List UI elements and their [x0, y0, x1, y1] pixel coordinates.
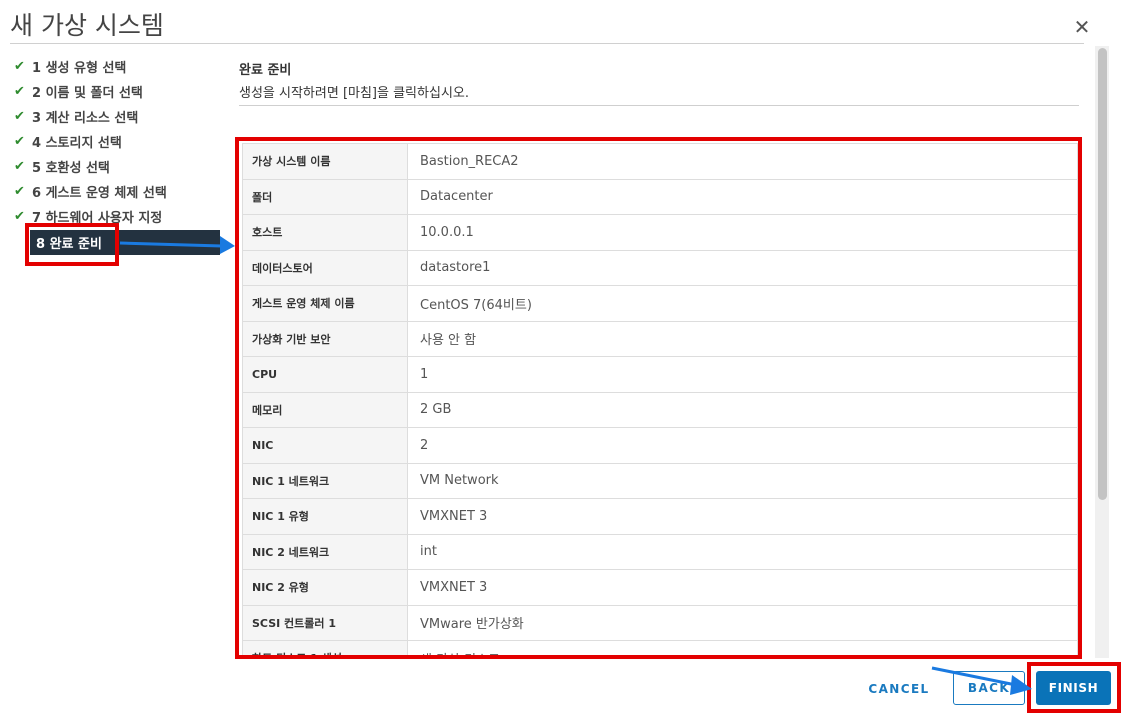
table-row: NIC 1 네트워크 VM Network: [242, 462, 1078, 499]
step-label: 5 호환성 선택: [32, 161, 110, 176]
table-row: CPU 1: [242, 356, 1078, 393]
row-key: 하드 디스크 1 생성: [242, 640, 408, 655]
finish-highlight: [1027, 662, 1121, 713]
close-icon[interactable]: ✕: [1071, 16, 1093, 38]
row-value: VMXNET 3: [407, 498, 1078, 535]
check-icon: ✔: [14, 159, 25, 174]
table-row: SCSI 컨트롤러 1 VMware 반가상화: [242, 604, 1078, 641]
row-value: CentOS 7(64비트): [407, 285, 1078, 322]
row-key: 데이터스토어: [242, 249, 408, 286]
step-label: 1 생성 유형 선택: [32, 61, 127, 76]
title-divider: [10, 43, 1084, 44]
table-row: 게스트 운영 체제 이름 CentOS 7(64비트): [242, 285, 1078, 322]
row-value: VM Network: [407, 462, 1078, 499]
step-label: 6 게스트 운영 체제 선택: [32, 186, 167, 201]
step-3[interactable]: ✔ 3 계산 리소스 선택: [14, 104, 224, 129]
summary-table: 가상 시스템 이름 Bastion_RECA2 폴더 Datacenter 호스트 10.…: [242, 143, 1078, 655]
row-value: 새 가상 디스크: [407, 640, 1078, 655]
row-value: Bastion_RECA2: [407, 143, 1078, 180]
cancel-button[interactable]: CANCEL: [862, 672, 936, 706]
row-key: NIC 1 유형: [242, 498, 408, 535]
row-value: 2 GB: [407, 391, 1078, 428]
table-row: NIC 2 유형 VMXNET 3: [242, 569, 1078, 606]
content-title: 완료 준비: [239, 63, 292, 78]
row-key: 게스트 운영 체제 이름: [242, 285, 408, 322]
active-step-highlight: [25, 223, 119, 266]
row-key: NIC 2 유형: [242, 569, 408, 606]
row-value: datastore1: [407, 249, 1078, 286]
row-key: 호스트: [242, 214, 408, 251]
scrollbar-thumb[interactable]: [1098, 48, 1107, 500]
table-row: 하드 디스크 1 생성새 가상 디스크: [242, 640, 1078, 655]
row-value: VMware 반가상화: [407, 604, 1078, 641]
step-5[interactable]: ✔ 5 호환성 선택: [14, 154, 224, 179]
row-key: NIC 1 네트워크: [242, 462, 408, 499]
row-value: 2: [407, 427, 1078, 464]
row-key: NIC: [242, 427, 408, 464]
table-row: NIC 2: [242, 427, 1078, 464]
row-key: 메모리: [242, 391, 408, 428]
check-icon: ✔: [14, 59, 25, 74]
table-row: 가상 시스템 이름 Bastion_RECA2: [242, 143, 1078, 180]
step-label: 2 이름 및 폴더 선택: [32, 86, 143, 101]
check-icon: ✔: [14, 184, 25, 199]
arrow-annotation-icon: [931, 666, 1032, 695]
check-icon: ✔: [14, 209, 25, 224]
table-row: 폴더 Datacenter: [242, 178, 1078, 215]
check-icon: ✔: [14, 134, 25, 149]
dialog-title: 새 가상 시스템: [10, 11, 164, 40]
table-row: NIC 1 유형 VMXNET 3: [242, 498, 1078, 535]
content-divider: [239, 105, 1079, 106]
row-value: VMXNET 3: [407, 569, 1078, 606]
table-row: 메모리 2 GB: [242, 391, 1078, 428]
row-key: CPU: [242, 356, 408, 393]
table-row: 가상화 기반 보안 사용 안 함: [242, 320, 1078, 357]
check-icon: ✔: [14, 109, 25, 124]
row-value: int: [407, 533, 1078, 570]
step-6[interactable]: ✔ 6 게스트 운영 체제 선택: [14, 179, 224, 204]
step-4[interactable]: ✔ 4 스토리지 선택: [14, 129, 224, 154]
table-row: NIC 2 네트워크 int: [242, 533, 1078, 570]
content-subtitle: 생성을 시작하려면 [마침]을 클릭하십시오.: [239, 86, 469, 101]
row-key: 폴더: [242, 178, 408, 215]
step-label: 3 계산 리소스 선택: [32, 111, 139, 126]
row-key: SCSI 컨트롤러 1: [242, 604, 408, 641]
step-2[interactable]: ✔ 2 이름 및 폴더 선택: [14, 79, 224, 104]
summary-table-highlight: 가상 시스템 이름 Bastion_RECA2 폴더 Datacenter 호스트 10.…: [235, 137, 1082, 659]
row-value: 10.0.0.1: [407, 214, 1078, 251]
row-key: NIC 2 네트워크: [242, 533, 408, 570]
step-label: 4 스토리지 선택: [32, 136, 122, 151]
check-icon: ✔: [14, 84, 25, 99]
row-value: 1: [407, 356, 1078, 393]
arrow-annotation-icon: [119, 236, 235, 254]
row-key: 가상 시스템 이름: [242, 143, 408, 180]
row-key: 가상화 기반 보안: [242, 320, 408, 357]
row-value: Datacenter: [407, 178, 1078, 215]
row-value: 사용 안 함: [407, 320, 1078, 357]
table-row: 호스트 10.0.0.1: [242, 214, 1078, 251]
table-row: 데이터스토어 datastore1: [242, 249, 1078, 286]
step-1[interactable]: ✔ 1 생성 유형 선택: [14, 54, 224, 79]
